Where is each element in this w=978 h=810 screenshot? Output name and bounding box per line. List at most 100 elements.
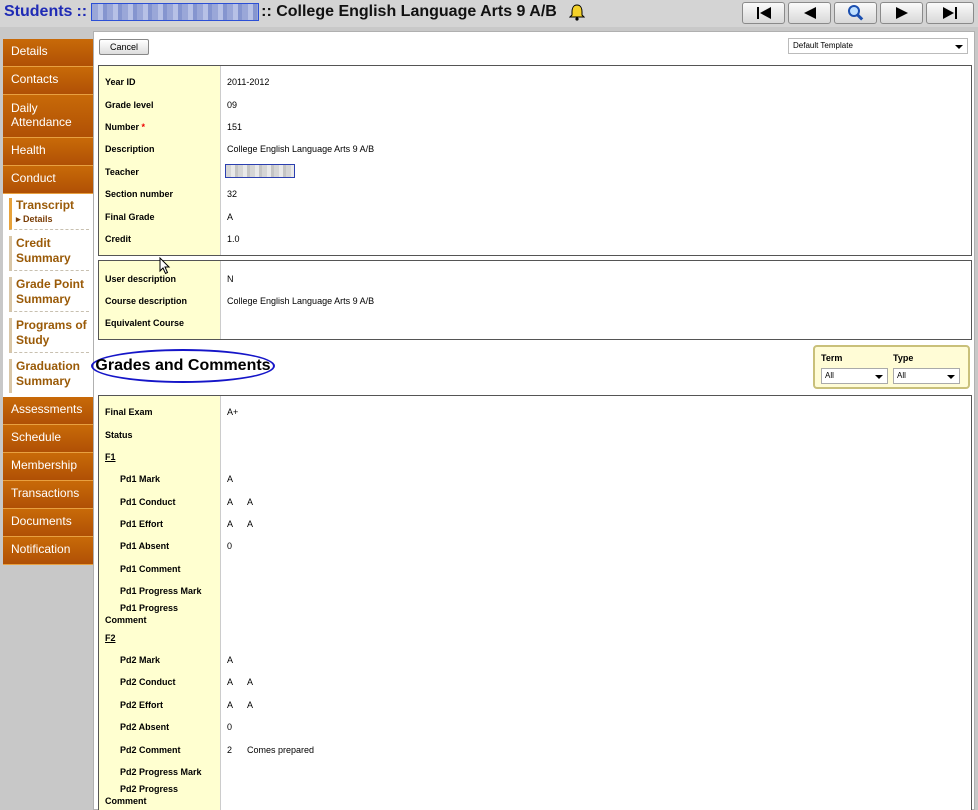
detail-row-section-number: Section number 32: [99, 187, 971, 203]
tab-notification[interactable]: Notification: [3, 537, 93, 565]
detail-label: Section number: [105, 189, 174, 199]
page-title: Students :: :: College English Language …: [4, 3, 586, 21]
grade-row-final-exam: Final Exam A+: [99, 405, 971, 421]
type-filter-label: Type: [893, 353, 914, 363]
grade-label-continued: Comment: [105, 796, 147, 806]
last-record-icon: [943, 7, 957, 19]
grade-value: 0: [227, 541, 233, 551]
students-link[interactable]: Students: [4, 3, 72, 21]
grade-row-pd2-progress-mark: Pd2 Progress Mark: [99, 765, 971, 781]
grade-value: A: [227, 497, 234, 507]
grade-label: Pd1 Mark: [120, 474, 161, 484]
detail-row-year-id: Year ID 2011-2012: [99, 75, 971, 91]
grade-label: Pd2 Progress Mark: [120, 767, 202, 777]
detail-label: Description: [105, 144, 155, 154]
teacher-name-redacted[interactable]: [225, 164, 295, 178]
grade-value-secondary: Comes prepared: [247, 745, 315, 755]
first-record-icon: [756, 7, 771, 19]
grade-row-status: Status: [99, 428, 971, 444]
next-record-button[interactable]: [880, 2, 923, 24]
next-record-icon: [895, 7, 908, 19]
detail-value: A: [227, 212, 234, 222]
grade-label: Pd1 Effort: [120, 519, 164, 529]
tab-contacts[interactable]: Contacts: [3, 67, 93, 95]
tab-documents[interactable]: Documents: [3, 509, 93, 537]
tab-transactions[interactable]: Transactions: [3, 481, 93, 509]
tab-conduct[interactable]: Conduct: [3, 166, 93, 194]
grade-label: Pd1 Conduct: [120, 497, 176, 507]
term-link-f1[interactable]: F1: [105, 452, 116, 462]
grade-label: Pd2 Mark: [120, 655, 161, 665]
subtab-transcript-label: Transcript: [16, 198, 75, 212]
search-icon: [847, 5, 863, 21]
last-record-button[interactable]: [926, 2, 974, 24]
student-name-redacted[interactable]: [91, 3, 260, 21]
grade-row-pd2-mark: Pd2 Mark A: [99, 653, 971, 669]
grade-row-pd1-absent: Pd1 Absent 0: [99, 539, 971, 555]
tab-schedule[interactable]: Schedule: [3, 425, 93, 453]
grade-label: Pd2 Comment: [120, 745, 181, 755]
tab-details[interactable]: Details: [3, 39, 93, 67]
grades-section: Final Exam A+ Status F1 Pd1 Mark A Pd1 C…: [98, 395, 972, 810]
grade-label: Pd1 Comment: [120, 564, 181, 574]
subtab-credit-summary[interactable]: Credit Summary: [9, 236, 89, 271]
grade-label: Pd2 Absent: [120, 722, 170, 732]
course-value: College English Language Arts 9 A/B: [227, 296, 375, 306]
detail-label: Final Grade: [105, 212, 155, 222]
grade-row-pd2-progress-comment: Pd2 Progress Comment: [99, 782, 971, 810]
grade-row-pd1-mark: Pd1 Mark A: [99, 472, 971, 488]
subtab-programs-of-study[interactable]: Programs of Study: [9, 318, 89, 353]
subtab-details-child[interactable]: ▸ Details: [16, 214, 89, 225]
detail-row-final-grade: Final Grade A: [99, 210, 971, 226]
side-navigation: Details Contacts Daily Attendance Health…: [3, 39, 93, 565]
first-record-button[interactable]: [742, 2, 785, 24]
template-select[interactable]: Default Template: [788, 38, 968, 54]
template-select-value: Default Template: [793, 41, 853, 50]
chevron-down-icon: [955, 45, 963, 49]
course-row-user-description: User description N: [99, 272, 971, 288]
required-marker: *: [141, 122, 146, 132]
grades-comments-heading: Grades and Comments: [91, 349, 275, 383]
grade-row-pd1-comment: Pd1 Comment: [99, 562, 971, 578]
term-link-f2[interactable]: F2: [105, 633, 116, 643]
detail-value: College English Language Arts 9 A/B: [227, 144, 375, 154]
search-button[interactable]: [834, 2, 877, 24]
grade-value: A+: [227, 407, 239, 417]
mouse-cursor-icon: [159, 257, 171, 275]
detail-row-grade-level: Grade level 09: [99, 98, 971, 114]
chevron-down-icon: [947, 375, 955, 379]
grade-value: 0: [227, 722, 233, 732]
subtab-graduation-summary[interactable]: Graduation Summary: [9, 359, 89, 393]
tab-assessments[interactable]: Assessments: [3, 397, 93, 425]
previous-record-icon: [803, 7, 816, 19]
subtab-transcript[interactable]: Transcript ▸ Details: [9, 198, 89, 230]
alert-bell-icon[interactable]: [568, 3, 586, 21]
course-title: :: College English Language Arts 9 A/B: [261, 3, 557, 20]
details-section: Year ID 2011-2012 Grade level 09 Number …: [98, 65, 972, 256]
tab-membership[interactable]: Membership: [3, 453, 93, 481]
course-value: N: [227, 274, 234, 284]
tab-daily-attendance[interactable]: Daily Attendance: [3, 95, 93, 138]
grade-label: Pd2 Conduct: [120, 677, 176, 687]
main-panel: Cancel Default Template Year ID 2011-201…: [91, 31, 975, 810]
grade-row-pd2-effort: Pd2 Effort A A: [99, 698, 971, 714]
term-heading-f2: F2: [99, 631, 971, 647]
grade-value: A: [227, 655, 234, 665]
term-filter-select[interactable]: All: [821, 368, 888, 384]
detail-value: 2011-2012: [227, 77, 270, 87]
previous-record-button[interactable]: [788, 2, 831, 24]
tab-health[interactable]: Health: [3, 138, 93, 166]
grade-value-secondary: A: [247, 700, 254, 710]
subtab-credit-summary-label: Credit Summary: [16, 236, 71, 265]
detail-row-credit: Credit 1.0: [99, 232, 971, 248]
subtab-grade-point-summary[interactable]: Grade Point Summary: [9, 277, 89, 312]
grade-value-secondary: A: [247, 519, 254, 529]
term-filter-value: All: [825, 371, 834, 380]
course-label: Course description: [105, 296, 188, 306]
type-filter-value: All: [897, 371, 906, 380]
subtab-graduation-summary-label: Graduation Summary: [16, 359, 81, 388]
grade-value-secondary: A: [247, 497, 254, 507]
grade-label: Pd2 Progress: [120, 784, 179, 794]
type-filter-select[interactable]: All: [893, 368, 960, 384]
cancel-button[interactable]: Cancel: [99, 39, 149, 55]
